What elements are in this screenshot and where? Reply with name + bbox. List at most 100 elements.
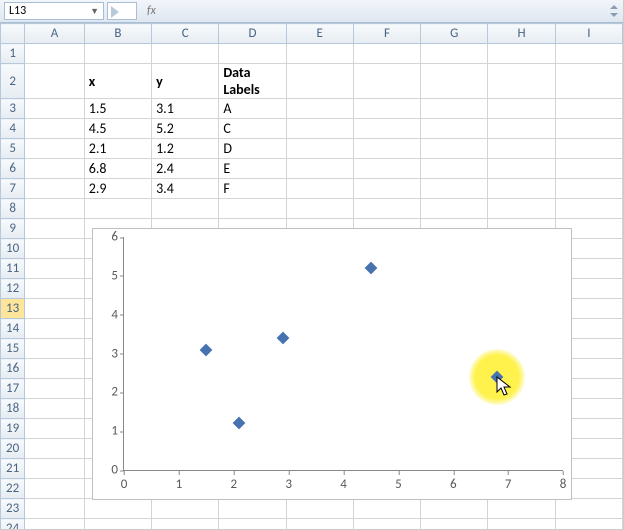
column-header-E[interactable]: E xyxy=(286,24,353,44)
cell-E24[interactable] xyxy=(286,519,353,530)
cell-H24[interactable] xyxy=(488,519,555,530)
cell-C1[interactable] xyxy=(152,44,219,64)
cell-E1[interactable] xyxy=(286,44,353,64)
cell-H2[interactable] xyxy=(488,64,555,99)
cell-A3[interactable] xyxy=(25,99,85,119)
cell-A12[interactable] xyxy=(25,279,85,299)
cell-F3[interactable] xyxy=(353,99,420,119)
cell-D7[interactable]: F xyxy=(219,179,286,199)
cell-A5[interactable] xyxy=(25,139,85,159)
row-header-9[interactable]: 9 xyxy=(1,219,25,239)
cell-E2[interactable] xyxy=(286,64,353,99)
cell-C8[interactable] xyxy=(152,199,219,219)
cell-E4[interactable] xyxy=(286,119,353,139)
row-header-24[interactable]: 24 xyxy=(1,519,25,530)
cell-A14[interactable] xyxy=(25,319,85,339)
data-point[interactable] xyxy=(491,370,504,383)
cell-A6[interactable] xyxy=(25,159,85,179)
row-header-14[interactable]: 14 xyxy=(1,319,25,339)
row-header-18[interactable]: 18 xyxy=(1,399,25,419)
row-header-11[interactable]: 11 xyxy=(1,259,25,279)
column-header-I[interactable]: I xyxy=(555,24,622,44)
cell-B4[interactable]: 4.5 xyxy=(84,119,151,139)
cell-H3[interactable] xyxy=(488,99,555,119)
cell-G5[interactable] xyxy=(421,139,488,159)
cell-E5[interactable] xyxy=(286,139,353,159)
column-header-C[interactable]: C xyxy=(152,24,219,44)
cell-F8[interactable] xyxy=(353,199,420,219)
cell-I6[interactable] xyxy=(555,159,622,179)
fx-label[interactable]: fx xyxy=(147,4,156,18)
cell-E23[interactable] xyxy=(286,499,353,519)
cell-I1[interactable] xyxy=(555,44,622,64)
cell-A21[interactable] xyxy=(25,459,85,479)
row-header-20[interactable]: 20 xyxy=(1,439,25,459)
cell-F23[interactable] xyxy=(353,499,420,519)
expand-formula-icon[interactable] xyxy=(107,2,137,20)
cell-A19[interactable] xyxy=(25,419,85,439)
cell-A20[interactable] xyxy=(25,439,85,459)
row-header-7[interactable]: 7 xyxy=(1,179,25,199)
cell-B5[interactable]: 2.1 xyxy=(84,139,151,159)
cell-A17[interactable] xyxy=(25,379,85,399)
column-header-D[interactable]: D xyxy=(219,24,286,44)
cell-I4[interactable] xyxy=(555,119,622,139)
row-header-22[interactable]: 22 xyxy=(1,479,25,499)
cell-D23[interactable] xyxy=(219,499,286,519)
cell-G7[interactable] xyxy=(421,179,488,199)
cell-I7[interactable] xyxy=(555,179,622,199)
cell-C24[interactable] xyxy=(152,519,219,530)
row-header-3[interactable]: 3 xyxy=(1,99,25,119)
cell-I3[interactable] xyxy=(555,99,622,119)
cell-A7[interactable] xyxy=(25,179,85,199)
cell-G6[interactable] xyxy=(421,159,488,179)
row-header-2[interactable]: 2 xyxy=(1,64,25,99)
cell-F6[interactable] xyxy=(353,159,420,179)
cell-H1[interactable] xyxy=(488,44,555,64)
row-header-5[interactable]: 5 xyxy=(1,139,25,159)
cell-H6[interactable] xyxy=(488,159,555,179)
cell-H23[interactable] xyxy=(488,499,555,519)
cell-G3[interactable] xyxy=(421,99,488,119)
cell-H5[interactable] xyxy=(488,139,555,159)
worksheet[interactable]: ABCDEFGHI 12xyData Labels31.53.1A44.55.2… xyxy=(0,23,623,530)
cell-G1[interactable] xyxy=(421,44,488,64)
cell-A16[interactable] xyxy=(25,359,85,379)
cell-F5[interactable] xyxy=(353,139,420,159)
cell-B8[interactable] xyxy=(84,199,151,219)
cell-I5[interactable] xyxy=(555,139,622,159)
row-header-12[interactable]: 12 xyxy=(1,279,25,299)
cell-G24[interactable] xyxy=(421,519,488,530)
cell-D2[interactable]: Data Labels xyxy=(219,64,286,99)
cell-B1[interactable] xyxy=(84,44,151,64)
cell-E7[interactable] xyxy=(286,179,353,199)
cell-C5[interactable]: 1.2 xyxy=(152,139,219,159)
cell-G2[interactable] xyxy=(421,64,488,99)
cell-C6[interactable]: 2.4 xyxy=(152,159,219,179)
row-header-4[interactable]: 4 xyxy=(1,119,25,139)
column-header-F[interactable]: F xyxy=(353,24,420,44)
chart[interactable]: 0123456012345678 xyxy=(92,228,572,500)
chart-plot-area[interactable]: 0123456012345678 xyxy=(123,237,563,471)
cell-B2[interactable]: x xyxy=(84,64,151,99)
column-header-G[interactable]: G xyxy=(421,24,488,44)
cell-E8[interactable] xyxy=(286,199,353,219)
data-point[interactable] xyxy=(233,417,246,430)
row-header-6[interactable]: 6 xyxy=(1,159,25,179)
cell-B6[interactable]: 6.8 xyxy=(84,159,151,179)
cell-A2[interactable] xyxy=(25,64,85,99)
cell-A23[interactable] xyxy=(25,499,85,519)
cell-A11[interactable] xyxy=(25,259,85,279)
cell-H4[interactable] xyxy=(488,119,555,139)
cell-F7[interactable] xyxy=(353,179,420,199)
cell-B24[interactable] xyxy=(84,519,151,530)
expand-bar-icon[interactable] xyxy=(605,0,623,23)
cell-C23[interactable] xyxy=(152,499,219,519)
cell-B23[interactable] xyxy=(84,499,151,519)
cell-A13[interactable] xyxy=(25,299,85,319)
cell-F1[interactable] xyxy=(353,44,420,64)
cell-B3[interactable]: 1.5 xyxy=(84,99,151,119)
cell-B7[interactable]: 2.9 xyxy=(84,179,151,199)
cell-A22[interactable] xyxy=(25,479,85,499)
cell-F4[interactable] xyxy=(353,119,420,139)
